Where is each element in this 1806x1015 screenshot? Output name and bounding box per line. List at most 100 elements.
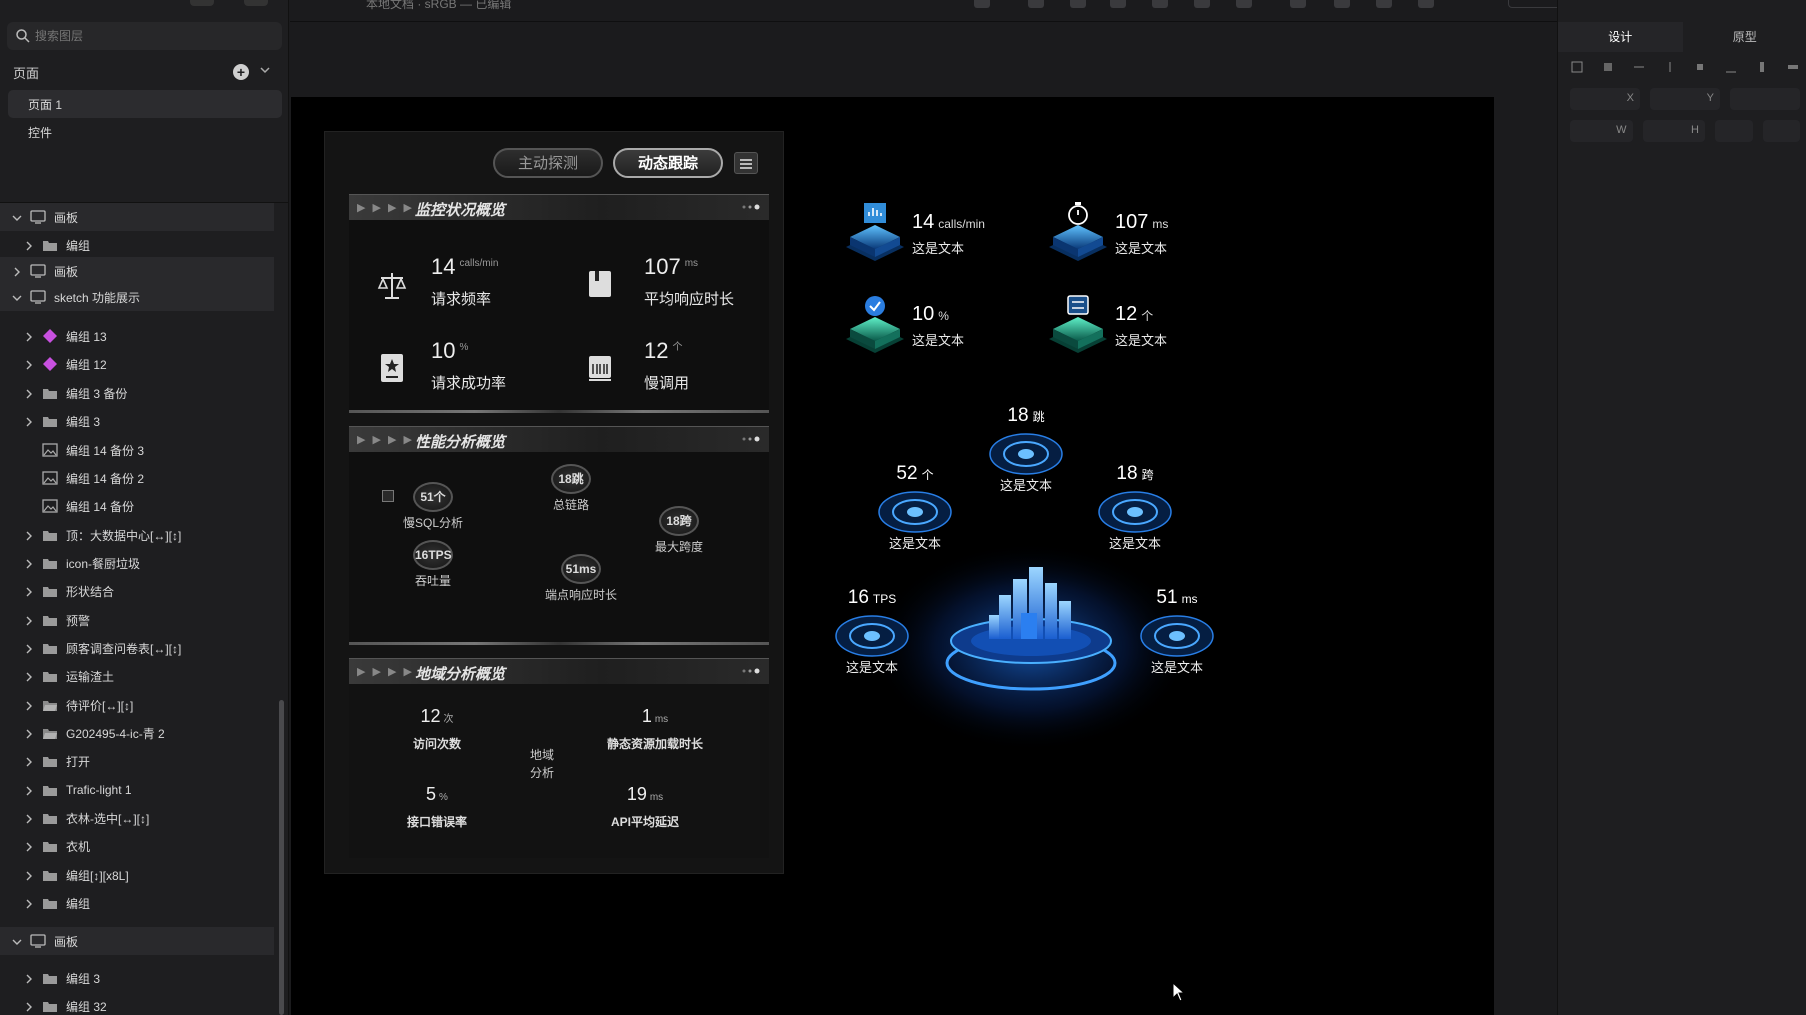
tab-active-probe[interactable]: 主动探测 (493, 148, 603, 178)
layer-row[interactable]: 运输渣土 (0, 662, 274, 690)
chevron-right-icon[interactable] (24, 530, 34, 541)
layer-search[interactable] (7, 22, 282, 50)
layer-row[interactable]: 预警 (0, 606, 274, 634)
chevron-right-icon[interactable] (24, 870, 34, 881)
chevron-right-icon[interactable] (24, 331, 34, 342)
layer-row[interactable]: 编组 14 备份 3 (0, 436, 274, 464)
menu-icon[interactable] (734, 152, 758, 174)
align-center-h-icon[interactable] (1601, 60, 1615, 74)
layer-row[interactable]: 编组 32 (0, 992, 274, 1015)
toolbar-pen-icon[interactable] (1070, 0, 1086, 8)
chevron-right-icon[interactable] (24, 973, 34, 984)
layer-row[interactable]: 编组 (0, 231, 274, 259)
toolbar-mask-icon[interactable] (1236, 0, 1252, 8)
inspector-tab[interactable]: 设计 (1558, 22, 1683, 52)
layer-row[interactable]: 编组 13 (0, 322, 274, 350)
layer-row[interactable]: 编组 14 备份 (0, 492, 274, 520)
canvas[interactable]: 主动探测 动态跟踪 ▶ ▶ ▶ ▶ 监控状况概览 14 calls/min 请求频… (290, 22, 1557, 1015)
chevron-right-icon[interactable] (24, 558, 34, 569)
chevron-right-icon[interactable] (24, 240, 34, 251)
chevron-down-icon[interactable] (12, 292, 22, 302)
layer-row[interactable]: G202495-4-ic-青 2 (0, 719, 274, 747)
toolbar-intersect-icon[interactable] (1376, 0, 1392, 8)
chevron-right-icon[interactable] (24, 1001, 34, 1012)
layer-row[interactable]: Trafic-light 1 (0, 776, 274, 804)
chevron-right-icon[interactable] (24, 359, 34, 370)
chevron-right-icon[interactable] (24, 473, 34, 483)
align-bottom-icon[interactable] (1724, 60, 1738, 74)
dots-icon (742, 204, 760, 210)
chevron-right-icon[interactable] (24, 501, 34, 511)
page-item[interactable]: 页面 1 (8, 90, 282, 118)
layer-row[interactable]: 编组 (0, 889, 274, 917)
add-page-icon[interactable]: + (233, 64, 249, 80)
flip-v-icon[interactable] (1762, 120, 1800, 142)
sidebar-tool-icon[interactable] (190, 0, 214, 6)
chevron-right-icon[interactable] (24, 615, 34, 626)
search-input[interactable] (35, 29, 265, 43)
distribute-h-icon[interactable] (1755, 60, 1769, 74)
layer-row[interactable]: 画板 (0, 927, 274, 955)
layer-row[interactable]: icon-餐厨垃圾 (0, 549, 274, 577)
w-field[interactable]: W (1570, 120, 1633, 142)
layer-row[interactable]: 待评价[↔][↕] (0, 691, 274, 719)
layer-row[interactable]: 画板 (0, 257, 274, 285)
chevron-down-icon[interactable] (259, 64, 271, 76)
layer-row[interactable]: sketch 功能展示 (0, 283, 274, 311)
h-field[interactable]: H (1642, 120, 1705, 142)
chevron-down-icon[interactable] (12, 936, 22, 946)
layer-row[interactable]: 顾客调查问卷表[↔][↕] (0, 634, 274, 662)
bubble-slow-sql: 51个 慢SQL分析 (393, 482, 473, 531)
chevron-right-icon[interactable] (24, 643, 34, 654)
toolbar-insert-icon[interactable] (974, 0, 990, 8)
chevron-right-icon[interactable] (24, 416, 34, 427)
inspector-tab[interactable]: 原型 (1683, 22, 1806, 52)
toolbar-union-icon[interactable] (1290, 0, 1306, 8)
layer-row[interactable]: 打开 (0, 747, 274, 775)
layer-row[interactable]: 编组 3 备份 (0, 379, 274, 407)
chevron-right-icon[interactable] (24, 756, 34, 767)
chevron-right-icon[interactable] (24, 728, 34, 739)
chevron-right-icon[interactable] (24, 586, 34, 597)
layer-row[interactable]: 画板 (0, 203, 274, 231)
artboard[interactable]: 主动探测 动态跟踪 ▶ ▶ ▶ ▶ 监控状况概览 14 calls/min 请求频… (291, 97, 1494, 1015)
layer-row[interactable]: 顶：大数据中心[↔][↕] (0, 521, 274, 549)
layer-scrollbar[interactable] (279, 700, 284, 1015)
layer-row[interactable]: 编组[↕][x8L] (0, 861, 274, 889)
rotation-field[interactable] (1730, 88, 1800, 110)
tab-dynamic-trace[interactable]: 动态跟踪 (613, 148, 723, 178)
layer-row[interactable]: 编组 3 (0, 964, 274, 992)
toolbar-image-icon[interactable] (1152, 0, 1168, 8)
chevron-right-icon[interactable] (24, 700, 34, 711)
x-field[interactable]: X (1570, 88, 1640, 110)
align-right-icon[interactable] (1632, 60, 1646, 74)
chevron-right-icon[interactable] (12, 266, 22, 277)
layer-row[interactable]: 衣机 (0, 832, 274, 860)
toolbar-subtract-icon[interactable] (1334, 0, 1350, 8)
chevron-right-icon[interactable] (24, 898, 34, 909)
chevron-right-icon[interactable] (24, 813, 34, 824)
page-item[interactable]: 控件 (8, 118, 282, 146)
align-top-icon[interactable] (1663, 60, 1677, 74)
layer-row[interactable]: 形状结合 (0, 577, 274, 605)
layer-row[interactable]: 编组 12 (0, 350, 274, 378)
chevron-right-icon[interactable] (24, 841, 34, 852)
chevron-right-icon[interactable] (24, 785, 34, 796)
chevron-right-icon[interactable] (24, 445, 34, 455)
toolbar-difference-icon[interactable] (1418, 0, 1434, 8)
chevron-right-icon[interactable] (24, 671, 34, 682)
layer-row[interactable]: 编组 3 (0, 407, 274, 435)
toolbar-shape-icon[interactable] (1028, 0, 1044, 8)
distribute-v-icon[interactable] (1786, 60, 1800, 74)
layer-row[interactable]: 编组 14 备份 2 (0, 464, 274, 492)
align-middle-icon[interactable] (1693, 60, 1707, 74)
chevron-right-icon[interactable] (24, 388, 34, 399)
toolbar-text-icon[interactable] (1110, 0, 1126, 8)
layer-row[interactable]: 衣林-选中[↔][↕] (0, 804, 274, 832)
y-field[interactable]: Y (1650, 88, 1720, 110)
toolbar-symbol-icon[interactable] (1194, 0, 1210, 8)
align-left-icon[interactable] (1570, 60, 1584, 74)
flip-h-icon[interactable] (1715, 120, 1753, 142)
sidebar-tool-icon[interactable] (244, 0, 268, 6)
chevron-down-icon[interactable] (12, 212, 22, 222)
